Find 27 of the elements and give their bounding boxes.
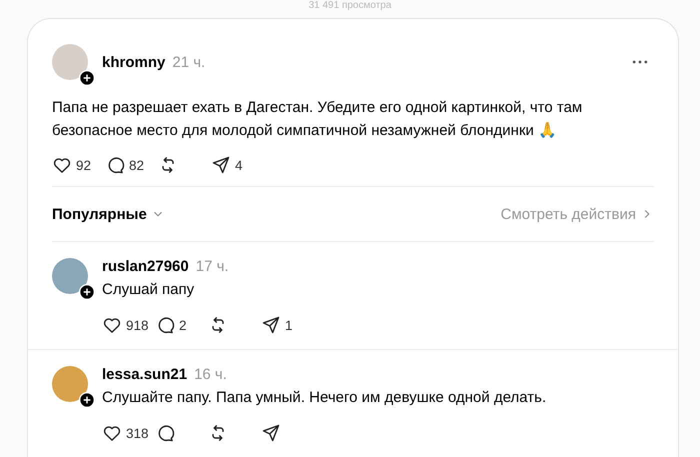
sort-dropdown[interactable]: Популярные	[52, 206, 165, 222]
avatar-photo[interactable]	[52, 366, 88, 402]
comment-text: Слушайте папу. Папа умный. Нечего им девушке одной делать.	[102, 389, 548, 406]
speech-bubble-count: 82	[129, 158, 144, 172]
heart-count: 918	[126, 318, 149, 332]
post-time: 21 ч.	[172, 54, 206, 70]
plus-badge-icon[interactable]	[79, 392, 95, 408]
speech-bubble-count: 2	[179, 318, 187, 332]
post-time: 17 ч.	[196, 258, 229, 275]
paper-plane-count: 1	[285, 318, 293, 332]
plus-badge-icon[interactable]	[79, 284, 95, 300]
heart-count: 92	[76, 158, 92, 172]
comment-text: Слушай папу	[102, 281, 196, 298]
username[interactable]: ruslan27960	[102, 258, 189, 275]
paper-plane-count: 4	[235, 158, 243, 172]
heart-count: 318	[126, 426, 149, 440]
paper-plane-icon[interactable]	[261, 315, 281, 335]
plus-badge-icon[interactable]	[79, 70, 95, 86]
avatar-photo[interactable]	[52, 258, 88, 294]
view-count: 31 491 просмотра	[308, 0, 392, 11]
paper-plane-icon[interactable]	[211, 155, 231, 175]
username[interactable]: khromny	[102, 54, 166, 70]
post-time: 16 ч.	[194, 366, 227, 383]
avatar-photo[interactable]	[52, 44, 88, 80]
post-text: Папа не разрешает ехать в Дагестан. Убедите его одной картинкой, что там безопасное место для молодой симпатичной незамужней блондинки 🙏	[52, 98, 584, 141]
paper-plane-icon[interactable]	[261, 423, 281, 443]
username[interactable]: lessa.sun21	[102, 366, 188, 383]
